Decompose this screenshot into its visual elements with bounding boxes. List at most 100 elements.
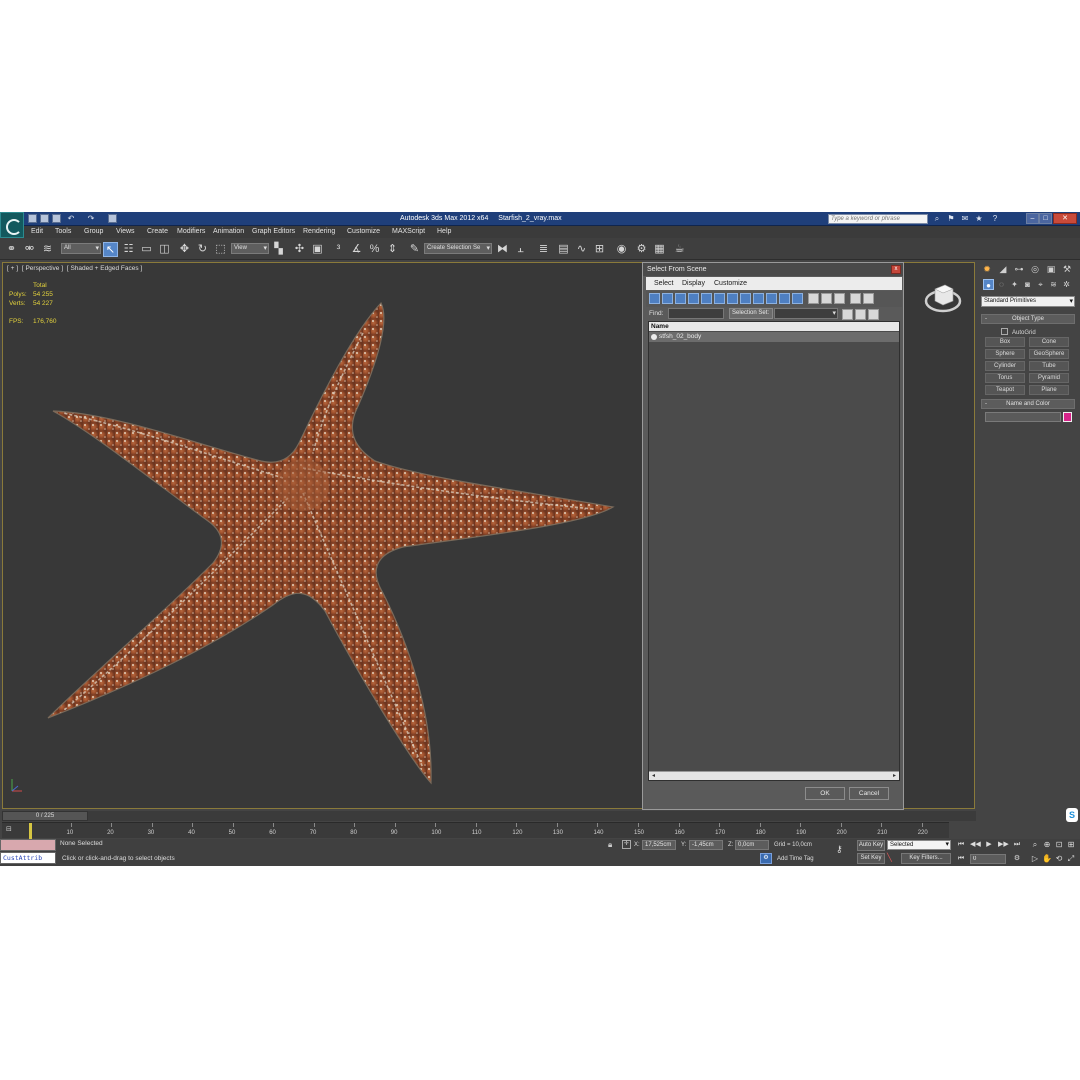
systems-category-icon[interactable]: ✲ bbox=[1061, 279, 1072, 290]
viewcube-icon[interactable] bbox=[923, 277, 963, 317]
schematic-view-icon[interactable]: ⊞ bbox=[592, 242, 607, 257]
display-xrefs-icon[interactable] bbox=[740, 293, 751, 304]
add-time-tag-button[interactable]: Add Time Tag bbox=[777, 856, 814, 862]
absolute-mode-transform-icon[interactable]: ✛ bbox=[622, 840, 631, 849]
time-tag-icon[interactable]: ⚙ bbox=[760, 853, 772, 864]
maximize-button[interactable]: □ bbox=[1039, 213, 1052, 224]
track-bar[interactable]: ⊟ 10 20 30 40 50 60 70 80 90 100 110 120 130 140 150 16… bbox=[2, 822, 949, 839]
time-slider-track[interactable] bbox=[88, 811, 976, 821]
cancel-button[interactable]: Cancel bbox=[849, 787, 889, 800]
display-cameras-icon[interactable] bbox=[688, 293, 699, 304]
set-key-button[interactable]: Set Key bbox=[857, 853, 885, 864]
display-helpers-icon[interactable] bbox=[701, 293, 712, 304]
display-tab-icon[interactable]: ▣ bbox=[1045, 263, 1057, 275]
current-frame-marker[interactable] bbox=[29, 823, 32, 839]
auto-key-button[interactable]: Auto Key bbox=[857, 840, 885, 851]
move-icon[interactable]: ✥ bbox=[177, 242, 192, 257]
sync-selection-icon[interactable] bbox=[863, 293, 874, 304]
utilities-tab-icon[interactable]: ⚒ bbox=[1061, 263, 1073, 275]
new-file-icon[interactable] bbox=[28, 214, 37, 223]
link-icon[interactable]: ⚭ bbox=[4, 242, 19, 257]
menu-group[interactable]: Group bbox=[84, 228, 103, 235]
maxscript-input[interactable]: CustAttrib bbox=[0, 852, 56, 864]
help-icon[interactable]: ? bbox=[990, 214, 1000, 224]
dialog-menu-display[interactable]: Display bbox=[682, 280, 705, 287]
select-object-icon[interactable]: ↖ bbox=[103, 242, 118, 257]
zoom-extents-all-icon[interactable]: ⊞ bbox=[1066, 840, 1076, 850]
geosphere-button[interactable]: GeoSphere bbox=[1029, 349, 1069, 359]
field-of-view-icon[interactable]: ▷ bbox=[1030, 854, 1040, 864]
display-hidden-icon[interactable] bbox=[792, 293, 803, 304]
lights-category-icon[interactable]: ✦ bbox=[1009, 279, 1020, 290]
rotate-icon[interactable]: ↻ bbox=[195, 242, 210, 257]
primitive-category-dropdown[interactable]: Standard Primitives bbox=[981, 296, 1075, 307]
window-crossing-icon[interactable]: ◫ bbox=[157, 242, 172, 257]
column-header-name[interactable]: Name bbox=[649, 322, 899, 331]
minimize-button[interactable]: – bbox=[1026, 213, 1039, 224]
reference-coord-dropdown[interactable]: View bbox=[231, 243, 269, 254]
spinner-snap-icon[interactable]: ⇕ bbox=[385, 242, 400, 257]
graphite-ribbon-icon[interactable]: ▤ bbox=[556, 242, 571, 257]
bind-space-warp-icon[interactable]: ≋ bbox=[40, 242, 55, 257]
key-icon[interactable]: ⚷ bbox=[836, 844, 843, 855]
display-lights-icon[interactable] bbox=[675, 293, 686, 304]
scale-icon[interactable]: ⬚ bbox=[213, 242, 228, 257]
cylinder-button[interactable]: Cylinder bbox=[985, 361, 1025, 371]
application-menu-icon[interactable] bbox=[0, 212, 24, 238]
named-selection-dropdown[interactable]: Create Selection Se bbox=[424, 243, 492, 254]
redo-icon[interactable]: ↷ bbox=[86, 214, 96, 224]
render-production-icon[interactable]: ☕ bbox=[672, 242, 687, 257]
menu-help[interactable]: Help bbox=[437, 228, 451, 235]
selection-set-add-icon[interactable] bbox=[855, 309, 866, 320]
selection-filter-dropdown[interactable]: All bbox=[61, 243, 101, 254]
menu-views[interactable]: Views bbox=[116, 228, 135, 235]
motion-tab-icon[interactable]: ◎ bbox=[1029, 263, 1041, 275]
z-coordinate-field[interactable]: 0,0cm bbox=[735, 840, 769, 850]
time-slider[interactable]: 0 / 225 bbox=[2, 811, 88, 821]
cone-button[interactable]: Cone bbox=[1029, 337, 1069, 347]
render-setup-icon[interactable]: ⚙ bbox=[634, 242, 649, 257]
material-editor-icon[interactable]: ◉ bbox=[614, 242, 629, 257]
menu-animation[interactable]: Animation bbox=[213, 228, 244, 235]
plane-button[interactable]: Plane bbox=[1029, 385, 1069, 395]
zoom-icon[interactable]: ⌕ bbox=[1030, 840, 1040, 850]
maxscript-mini-listener[interactable] bbox=[0, 839, 56, 851]
display-invert-icon[interactable] bbox=[834, 293, 845, 304]
dialog-close-button[interactable]: x bbox=[891, 265, 901, 274]
binoculars-icon[interactable]: ⌕ bbox=[932, 214, 942, 224]
align-icon[interactable]: ⫠ bbox=[513, 242, 528, 257]
selection-set-remove-icon[interactable] bbox=[868, 309, 879, 320]
go-to-start-icon[interactable]: ⏮ bbox=[956, 840, 966, 850]
close-window-button[interactable]: ✕ bbox=[1053, 213, 1077, 224]
curve-editor-mini-icon[interactable]: ⊟ bbox=[6, 825, 12, 833]
project-folder-icon[interactable] bbox=[108, 214, 117, 223]
go-to-end-icon[interactable]: ⏭ bbox=[1012, 840, 1022, 850]
selection-set-edit-icon[interactable] bbox=[842, 309, 853, 320]
name-and-color-rollout[interactable]: Name and Color bbox=[981, 399, 1075, 409]
selection-set-dropdown[interactable] bbox=[774, 308, 838, 319]
unlink-icon[interactable]: ⚮ bbox=[22, 242, 37, 257]
object-color-swatch[interactable] bbox=[1063, 412, 1072, 422]
menu-edit[interactable]: Edit bbox=[31, 228, 43, 235]
object-name-field[interactable] bbox=[985, 412, 1061, 422]
display-bones-icon[interactable] bbox=[753, 293, 764, 304]
list-item[interactable]: stfsh_02_body bbox=[649, 332, 899, 342]
subscription-icon[interactable]: ⚑ bbox=[946, 214, 956, 224]
pyramid-button[interactable]: Pyramid bbox=[1029, 373, 1069, 383]
display-groups-icon[interactable] bbox=[727, 293, 738, 304]
key-filters-button[interactable]: Key Filters... bbox=[901, 853, 951, 864]
time-configuration-icon[interactable]: ⚙ bbox=[1012, 854, 1022, 864]
select-by-name-icon[interactable]: ☷ bbox=[121, 242, 136, 257]
box-button[interactable]: Box bbox=[985, 337, 1025, 347]
ok-button[interactable]: OK bbox=[805, 787, 845, 800]
display-containers-icon[interactable] bbox=[766, 293, 777, 304]
undo-icon[interactable]: ↶ bbox=[66, 214, 76, 224]
autogrid-checkbox[interactable]: AutoGrid bbox=[1001, 328, 1036, 336]
maximize-viewport-icon[interactable]: ⤢ bbox=[1066, 854, 1076, 864]
communication-icon[interactable]: ✉ bbox=[960, 214, 970, 224]
geometry-category-icon[interactable]: ● bbox=[983, 279, 994, 290]
shapes-category-icon[interactable]: ◌ bbox=[996, 279, 1007, 290]
find-input[interactable] bbox=[668, 308, 724, 319]
pivot-point-icon[interactable]: ▚ bbox=[271, 242, 286, 257]
edit-named-selection-icon[interactable]: ✎ bbox=[407, 242, 422, 257]
